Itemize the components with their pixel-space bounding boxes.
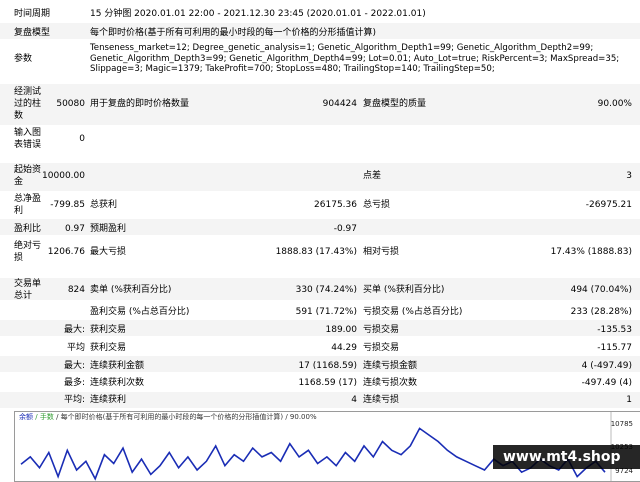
short-positions-value: 330 (74.24%): [295, 285, 357, 295]
rel-drawdown-value: 17.43% (1888.83): [550, 247, 632, 257]
errors-label-line1: 输入图: [14, 128, 42, 138]
expected-payoff-value: -0.97: [333, 224, 357, 234]
max-drawdown-label: 最大亏损: [90, 247, 127, 257]
gross-profit-value: 26175.36: [314, 200, 357, 210]
avg-loss-value: -115.77: [597, 343, 632, 353]
quality-value: 90.00%: [597, 99, 632, 109]
net-profit-value: -799.85: [50, 200, 85, 210]
total-trades-label-line1: 交易单: [14, 279, 42, 289]
lost-trades-value: 233 (28.28%): [570, 307, 632, 317]
largest-profit-value: 189.00: [325, 325, 358, 335]
net-profit-label-line2: 利: [14, 206, 24, 216]
model-label: 复盘模型: [14, 28, 51, 38]
largest-prefix: 最大:: [63, 325, 85, 335]
period-label: 时间周期: [14, 9, 51, 19]
max-consec-wins-value: 17 (1168.59): [298, 361, 357, 371]
won-trades-value: 591 (71.72%): [295, 307, 357, 317]
quality-label: 复盘模型的质量: [363, 99, 427, 109]
ticks-value: 904424: [322, 99, 357, 109]
max-consec-wins-label: 连续获利金额: [90, 361, 145, 371]
net-profit-label-line1: 总净盈: [14, 194, 42, 204]
watermark-banner: www.mt4.shop: [493, 445, 640, 469]
avg-consec-wins-label: 连续获利: [90, 395, 127, 405]
abs-drawdown-label-line1: 绝对亏: [14, 241, 42, 251]
expected-payoff-label: 预期盈利: [90, 224, 127, 234]
profit-factor-value: 0.97: [64, 224, 85, 234]
errors-value: 0: [79, 134, 85, 144]
bars-label-line3: 数: [14, 111, 24, 121]
deposit-label-line1: 起始资: [14, 165, 42, 175]
total-trades-value: 824: [67, 285, 85, 295]
won-trades-label: 盈利交易 (%占总百分比): [90, 307, 190, 317]
gross-loss-value: -26975.21: [585, 200, 632, 210]
max-consec-loss-label: 连续亏损次数: [363, 378, 418, 388]
ticks-label: 用于复盘的即时价格数量: [90, 99, 190, 109]
deposit-value: 10000.00: [42, 171, 85, 181]
largest-loss-label: 亏损交易: [363, 325, 400, 335]
lost-trades-label: 亏损交易 (%占总百分比): [363, 307, 463, 317]
max-consec-loss-value: -497.49 (4): [581, 378, 632, 388]
short-positions-label: 卖单 (%获利百分比): [90, 285, 172, 295]
avg-loss-label: 亏损交易: [363, 343, 400, 353]
params-label: 参数: [14, 54, 33, 64]
rel-drawdown-label: 相对亏损: [363, 247, 400, 257]
gross-loss-label: 总亏损: [363, 200, 391, 210]
max-consec-profit-label: 连续获利次数: [90, 378, 145, 388]
max-drawdown-value: 1888.83 (17.43%): [275, 247, 357, 257]
bars-label-line1: 经测试: [14, 87, 42, 97]
max-prefix: 最大:: [63, 361, 85, 371]
largest-loss-value: -135.53: [597, 325, 632, 335]
maximal-prefix: 最多:: [63, 378, 85, 388]
spread-value: 3: [626, 171, 632, 181]
errors-label-line2: 表错误: [14, 140, 42, 150]
total-trades-label-line2: 总计: [14, 291, 33, 301]
abs-drawdown-value: 1206.76: [47, 247, 85, 257]
largest-profit-label: 获利交易: [90, 325, 127, 335]
average-prefix: 平均: [66, 343, 85, 353]
profit-factor-label: 盈利比: [14, 224, 42, 234]
deposit-label-line2: 金: [14, 177, 24, 187]
max-consec-losses-label: 连续亏损金额: [363, 361, 418, 371]
gross-profit-label: 总获利: [90, 200, 118, 210]
avg-consec-losses-value: 1: [626, 395, 632, 405]
bars-label-line2: 过的柱: [14, 99, 42, 109]
period-value: 15 分钟图 2020.01.01 22:00 - 2021.12.30 23:…: [90, 9, 426, 19]
abs-drawdown-label-line2: 损: [14, 253, 24, 263]
long-positions-label: 买单 (%获利百分比): [363, 285, 445, 295]
avg-consec-wins-value: 4: [351, 395, 357, 405]
long-positions-value: 494 (70.04%): [570, 285, 632, 295]
avg-profit-label: 获利交易: [90, 343, 127, 353]
avg-profit-value: 44.29: [331, 343, 357, 353]
params-value: Tenseness_market=12; Degree_genetic_anal…: [90, 43, 620, 74]
max-consec-losses-value: 4 (-497.49): [581, 361, 632, 371]
y-tick-label: 10785: [610, 420, 633, 428]
avg-consec-losses-label: 连续亏损: [363, 395, 400, 405]
model-value: 每个即时价格(基于所有可利用的最小时段的每一个价格的分形插值计算): [90, 28, 377, 38]
max-consec-profit-value: 1168.59 (17): [298, 378, 357, 388]
avg-consec-prefix: 平均:: [63, 395, 85, 405]
bars-tested-value: 50080: [56, 99, 85, 109]
spread-label: 点差: [363, 171, 382, 181]
